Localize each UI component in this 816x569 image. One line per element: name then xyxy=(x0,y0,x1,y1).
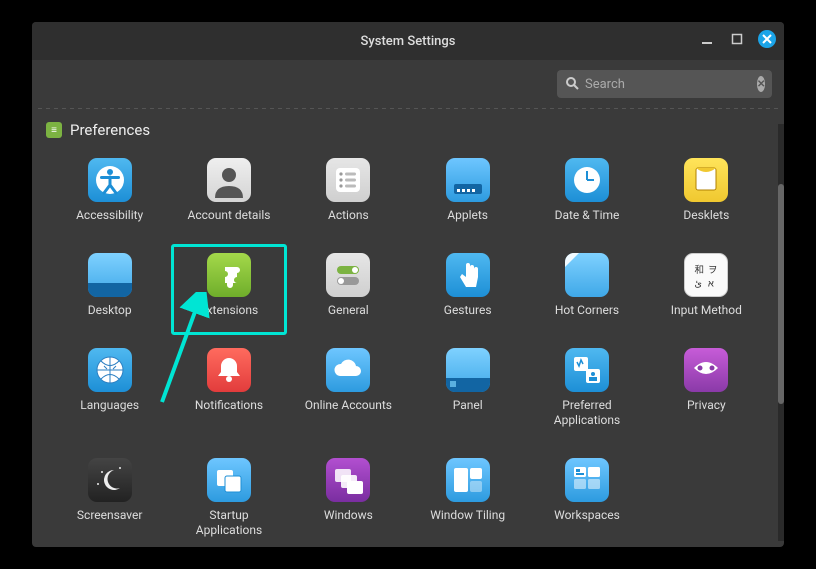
notifications-icon xyxy=(207,348,251,392)
item-gestures[interactable]: Gestures xyxy=(410,244,525,335)
item-label: Desktop xyxy=(88,303,132,318)
applets-icon xyxy=(446,158,490,202)
general-icon xyxy=(326,253,370,297)
item-label: Gestures xyxy=(444,303,492,318)
item-label: Applets xyxy=(447,208,488,223)
item-notifications[interactable]: Notifications xyxy=(171,339,286,445)
actions-icon xyxy=(326,158,370,202)
desklets-icon xyxy=(684,158,728,202)
close-button[interactable] xyxy=(758,30,776,48)
item-general[interactable]: General xyxy=(291,244,406,335)
item-label: General xyxy=(328,303,369,318)
item-label: Notifications xyxy=(195,398,263,413)
window-controls xyxy=(698,30,776,48)
svg-text:א: א xyxy=(708,278,714,289)
item-applets[interactable]: Applets xyxy=(410,149,525,240)
item-desktop[interactable]: Desktop xyxy=(52,244,167,335)
item-label: Workspaces xyxy=(554,508,620,523)
item-screensaver[interactable]: Screensaver xyxy=(52,449,167,547)
item-label: Panel xyxy=(453,398,483,413)
item-label: Extensions xyxy=(200,303,258,318)
windows-icon xyxy=(326,458,370,502)
accessibility-icon xyxy=(88,158,132,202)
input-method-icon: 和ヲئא xyxy=(684,253,728,297)
item-date-time[interactable]: Date & Time xyxy=(529,149,644,240)
section-title: Preferences xyxy=(70,121,150,139)
window-tiling-icon xyxy=(446,458,490,502)
window-title: System Settings xyxy=(361,34,456,49)
settings-window: System Settings ✕ ≡ Preferences Accessib… xyxy=(32,22,784,547)
extensions-icon xyxy=(207,253,251,297)
item-label: Hot Corners xyxy=(555,303,619,318)
item-preferred-applications[interactable]: Preferred Applications xyxy=(529,339,644,445)
item-panel[interactable]: Panel xyxy=(410,339,525,445)
item-account-details[interactable]: Account details xyxy=(171,149,286,240)
item-startup-applications[interactable]: Startup Applications xyxy=(171,449,286,547)
item-label: Input Method xyxy=(671,303,742,318)
panel-icon xyxy=(446,348,490,392)
search-row: ✕ xyxy=(32,60,784,108)
section-header: ≡ Preferences xyxy=(46,121,774,139)
item-privacy[interactable]: Privacy xyxy=(649,339,764,445)
item-languages[interactable]: Languages xyxy=(52,339,167,445)
item-extensions[interactable]: Extensions xyxy=(171,244,286,335)
svg-text:和: 和 xyxy=(695,265,705,276)
item-label: Window Tiling xyxy=(430,508,505,523)
search-input[interactable] xyxy=(585,77,751,92)
preferred-apps-icon xyxy=(565,348,609,392)
screensaver-icon xyxy=(88,458,132,502)
startup-apps-icon xyxy=(207,458,251,502)
scrollbar-thumb[interactable] xyxy=(778,184,784,404)
item-input-method[interactable]: 和ヲئא Input Method xyxy=(649,244,764,335)
gestures-icon xyxy=(446,253,490,297)
preferences-section-icon: ≡ xyxy=(46,122,62,138)
item-window-tiling[interactable]: Window Tiling xyxy=(410,449,525,547)
item-label: Desklets xyxy=(683,208,729,223)
svg-text:ئ: ئ xyxy=(695,278,703,289)
item-accessibility[interactable]: Accessibility xyxy=(52,149,167,240)
item-online-accounts[interactable]: Online Accounts xyxy=(291,339,406,445)
item-hot-corners[interactable]: Hot Corners xyxy=(529,244,644,335)
privacy-icon xyxy=(684,348,728,392)
items-grid: Accessibility Account details Actions Ap… xyxy=(42,149,774,547)
item-windows[interactable]: Windows xyxy=(291,449,406,547)
item-label: Actions xyxy=(328,208,369,223)
item-workspaces[interactable]: Workspaces xyxy=(529,449,644,547)
cloud-icon xyxy=(326,348,370,392)
clear-search-icon[interactable]: ✕ xyxy=(757,76,765,92)
item-label: Online Accounts xyxy=(305,398,392,413)
titlebar: System Settings xyxy=(32,22,784,60)
item-actions[interactable]: Actions xyxy=(291,149,406,240)
hot-corners-icon xyxy=(565,253,609,297)
item-label: Preferred Applications xyxy=(537,398,637,428)
desktop-icon xyxy=(88,253,132,297)
account-icon xyxy=(207,158,251,202)
item-label: Account details xyxy=(187,208,270,223)
search-icon xyxy=(565,75,579,94)
item-label: Accessibility xyxy=(76,208,143,223)
item-label: Privacy xyxy=(687,398,726,413)
svg-text:ヲ: ヲ xyxy=(708,265,718,276)
item-desklets[interactable]: Desklets xyxy=(649,149,764,240)
item-label: Startup Applications xyxy=(179,508,279,538)
workspaces-icon xyxy=(565,458,609,502)
item-label: Date & Time xyxy=(555,208,620,223)
item-label: Screensaver xyxy=(77,508,143,523)
minimize-button[interactable] xyxy=(698,30,716,48)
maximize-button[interactable] xyxy=(728,30,746,48)
scrollbar[interactable] xyxy=(778,124,784,541)
clock-icon xyxy=(565,158,609,202)
item-label: Languages xyxy=(80,398,139,413)
item-label: Windows xyxy=(324,508,373,523)
languages-icon xyxy=(88,348,132,392)
search-box[interactable]: ✕ xyxy=(557,70,772,98)
preferences-section: ≡ Preferences Accessibility Account deta… xyxy=(32,109,784,547)
